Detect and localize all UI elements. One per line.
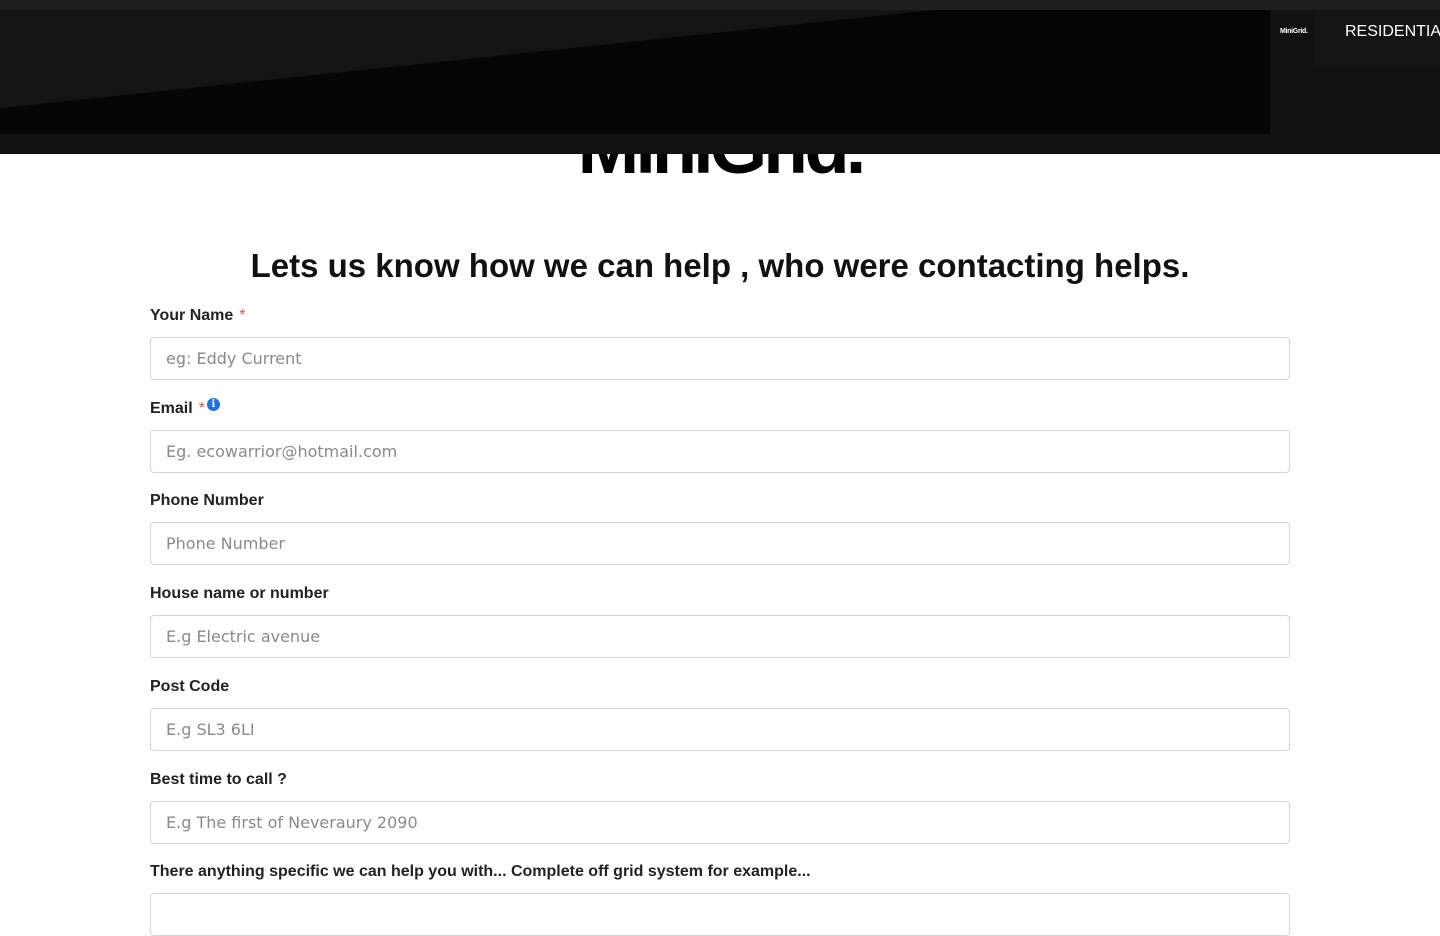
field-label: Post Code: [150, 676, 1290, 698]
email-input[interactable]: [150, 430, 1290, 473]
nav-logo[interactable]: MiniGrid.: [1280, 28, 1308, 35]
best-time-input[interactable]: [150, 801, 1290, 844]
page-heading: Lets us know how we can help , who were …: [250, 247, 1190, 284]
field-label-text: Best time to call ?: [150, 771, 287, 788]
hero-banner-footer: [0, 134, 1274, 154]
hero-banner: [0, 10, 1270, 134]
field-phone-number: Phone Number: [150, 490, 1290, 565]
top-strip: [0, 0, 1440, 10]
field-label: Phone Number: [150, 490, 1290, 512]
field-your-name: Your Name *: [150, 305, 1290, 380]
field-label: Best time to call ?: [150, 769, 1290, 791]
field-label-text: House name or number: [150, 585, 329, 602]
field-post-code: Post Code: [150, 676, 1290, 751]
field-label-text: Email: [150, 400, 193, 417]
field-label: House name or number: [150, 583, 1290, 605]
field-label-text: Your Name: [150, 307, 234, 324]
field-email: Email * i: [150, 398, 1290, 473]
specific-help-input[interactable]: [150, 893, 1290, 936]
nav-item-residential[interactable]: RESIDENTIAL: [1314, 10, 1440, 67]
field-label: There anything specific we can help you …: [150, 861, 1290, 883]
house-name-input[interactable]: [150, 615, 1290, 658]
top-header: MiniGrid. RESIDENTIAL: [0, 0, 1440, 154]
your-name-input[interactable]: [150, 337, 1290, 380]
required-mark: *: [239, 307, 246, 324]
post-code-input[interactable]: [150, 708, 1290, 751]
field-label: Email * i: [150, 398, 1290, 420]
field-label-text: Post Code: [150, 678, 230, 695]
field-label-text: Phone Number: [150, 492, 264, 509]
field-specific-help: There anything specific we can help you …: [150, 861, 1290, 936]
info-icon[interactable]: i: [206, 398, 220, 411]
required-mark: *: [198, 400, 205, 417]
field-best-time: Best time to call ?: [150, 769, 1290, 844]
field-label-text: There anything specific we can help you …: [150, 863, 811, 880]
phone-number-input[interactable]: [150, 522, 1290, 565]
field-label: Your Name *: [150, 305, 1290, 327]
field-house-name: House name or number: [150, 583, 1290, 658]
